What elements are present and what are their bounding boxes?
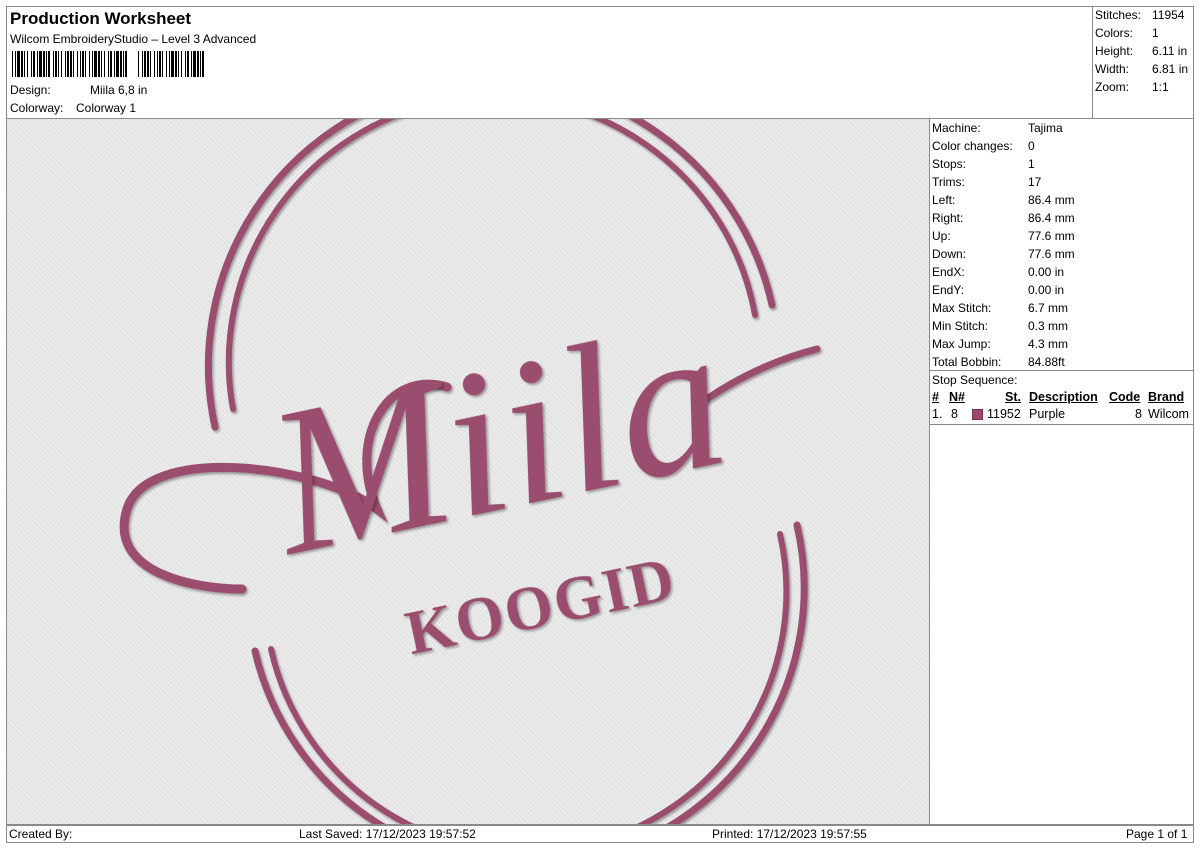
machine-info-label: Left:	[932, 193, 956, 207]
machine-info-label: Up:	[932, 229, 951, 243]
machine-info-label: Total Bobbin:	[932, 355, 1002, 369]
machine-info-value: Tajima	[1028, 121, 1063, 135]
machine-info-row: Color changes: 0	[932, 137, 1075, 155]
machine-info-value: 6.7 mm	[1028, 301, 1069, 315]
machine-info-value: 0.00 in	[1028, 265, 1065, 279]
colorway-label: Colorway:	[10, 101, 64, 115]
machine-info-value: 4.3 mm	[1028, 337, 1069, 351]
col-brand: Brand	[1148, 390, 1185, 404]
machine-info-value: 77.6 mm	[1028, 247, 1075, 261]
worksheet-header: Production Worksheet Wilcom EmbroiderySt…	[6, 6, 1194, 118]
machine-info-panel: Machine: Tajima Color changes: 0 Stops: 1 Trim…	[930, 118, 1194, 825]
barcode-image	[12, 51, 204, 77]
machine-info-label: Color changes:	[932, 139, 1013, 153]
worksheet-footer: Created By: Last Saved: 17/12/2023 19:57…	[6, 825, 1194, 843]
machine-info-value: 0.00 in	[1028, 283, 1065, 297]
row-description: Purple	[1029, 407, 1066, 421]
last-saved: Last Saved: 17/12/2023 19:57:52	[299, 827, 476, 841]
design-label: Design:	[10, 83, 51, 97]
software-name: Wilcom EmbroideryStudio – Level 3 Advanc…	[10, 32, 257, 46]
row-brand: Wilcom	[1148, 407, 1189, 421]
machine-info-row: EndX: 0.00 in	[932, 263, 1075, 281]
machine-info-value: 77.6 mm	[1028, 229, 1075, 243]
design-main-text: Miila	[248, 278, 744, 600]
machine-info-row: Right: 86.4 mm	[932, 209, 1075, 227]
stitches-value: 11954	[1152, 8, 1185, 22]
col-needle: N#	[949, 390, 965, 404]
row-needle: 8	[951, 407, 958, 421]
machine-info-value: 17	[1028, 175, 1042, 189]
page-number: Page 1 of 1	[1126, 827, 1188, 841]
machine-info-row: Trims: 17	[932, 173, 1075, 191]
created-by: Created By:	[9, 827, 73, 841]
divider	[930, 424, 1193, 425]
machine-info-row: Min Stitch: 0.3 mm	[932, 317, 1075, 335]
width-label: Width:	[1095, 62, 1130, 76]
row-stitches: 11952	[987, 407, 1021, 421]
col-description: Description	[1029, 390, 1098, 404]
machine-info-label: Machine:	[932, 121, 981, 135]
colorway-value: Colorway 1	[76, 101, 137, 115]
machine-info-row: Total Bobbin: 84.88ft	[932, 353, 1075, 371]
machine-info-row: EndY: 0.00 in	[932, 281, 1075, 299]
printed-date: Printed: 17/12/2023 19:57:55	[712, 827, 867, 841]
machine-info-label: EndY:	[932, 283, 965, 297]
zoom-row: Zoom: 1:1	[1095, 78, 1169, 96]
machine-info-label: Max Stitch:	[932, 301, 992, 315]
machine-info-label: Min Stitch:	[932, 319, 989, 333]
machine-info-label: Right:	[932, 211, 964, 225]
width-value: 6.81 in	[1152, 62, 1189, 76]
colors-label: Colors:	[1095, 26, 1134, 40]
col-code: Code	[1109, 390, 1141, 404]
color-swatch	[972, 409, 983, 420]
zoom-label: Zoom:	[1095, 80, 1130, 94]
machine-info-value: 0.3 mm	[1028, 319, 1069, 333]
machine-info-value: 84.88ft	[1028, 355, 1065, 369]
height-row: Height: 6.11 in	[1095, 42, 1187, 60]
stitches-row: Stitches: 11954	[1095, 6, 1184, 24]
row-code: 8	[1135, 407, 1142, 421]
machine-info-label: Trims:	[932, 175, 965, 189]
worksheet-title: Production Worksheet	[10, 9, 192, 28]
machine-info-value: 1	[1028, 157, 1035, 171]
stitches-label: Stitches:	[1095, 8, 1142, 22]
machine-info-label: Down:	[932, 247, 967, 261]
colors-value: 1	[1152, 26, 1159, 40]
design-value: Miila 6,8 in	[90, 83, 148, 97]
row-num: 1.	[932, 407, 943, 421]
machine-table: Machine: Tajima Color changes: 0 Stops: 1 Trim…	[932, 119, 1075, 371]
stop-sequence-title: Stop Sequence:	[932, 373, 1018, 387]
width-row: Width: 6.81 in	[1095, 60, 1188, 78]
col-num: #	[932, 390, 939, 404]
machine-info-value: 86.4 mm	[1028, 193, 1075, 207]
machine-info-label: Stops:	[932, 157, 967, 171]
colors-row: Colors: 1	[1095, 24, 1159, 42]
machine-info-row: Left: 86.4 mm	[932, 191, 1075, 209]
machine-info-label: EndX:	[932, 265, 965, 279]
machine-info-row: Down: 77.6 mm	[932, 245, 1075, 263]
machine-info-label: Max Jump:	[932, 337, 991, 351]
design-preview: Miila KOOGID	[6, 118, 930, 825]
machine-info-row: Max Stitch: 6.7 mm	[932, 299, 1075, 317]
height-label: Height:	[1095, 44, 1134, 58]
machine-info-row: Up: 77.6 mm	[932, 227, 1075, 245]
machine-info-row: Max Jump: 4.3 mm	[932, 335, 1075, 353]
machine-info-row: Stops: 1	[932, 155, 1075, 173]
machine-info-value: 86.4 mm	[1028, 211, 1075, 225]
embroidery-design: Miila KOOGID	[119, 119, 821, 824]
col-stitches: St.	[1005, 390, 1021, 404]
design-line: Design: Miila 6,8 in	[10, 83, 147, 97]
zoom-value: 1:1	[1152, 80, 1169, 94]
design-summary: Stitches: 11954 Colors: 1 Height: 6.11 in W…	[1092, 6, 1194, 118]
machine-info-row: Machine: Tajima	[932, 119, 1075, 137]
colorway-line: Colorway: Colorway 1	[10, 101, 136, 115]
machine-info-value: 0	[1028, 139, 1035, 153]
height-value: 6.11 in	[1152, 44, 1188, 58]
